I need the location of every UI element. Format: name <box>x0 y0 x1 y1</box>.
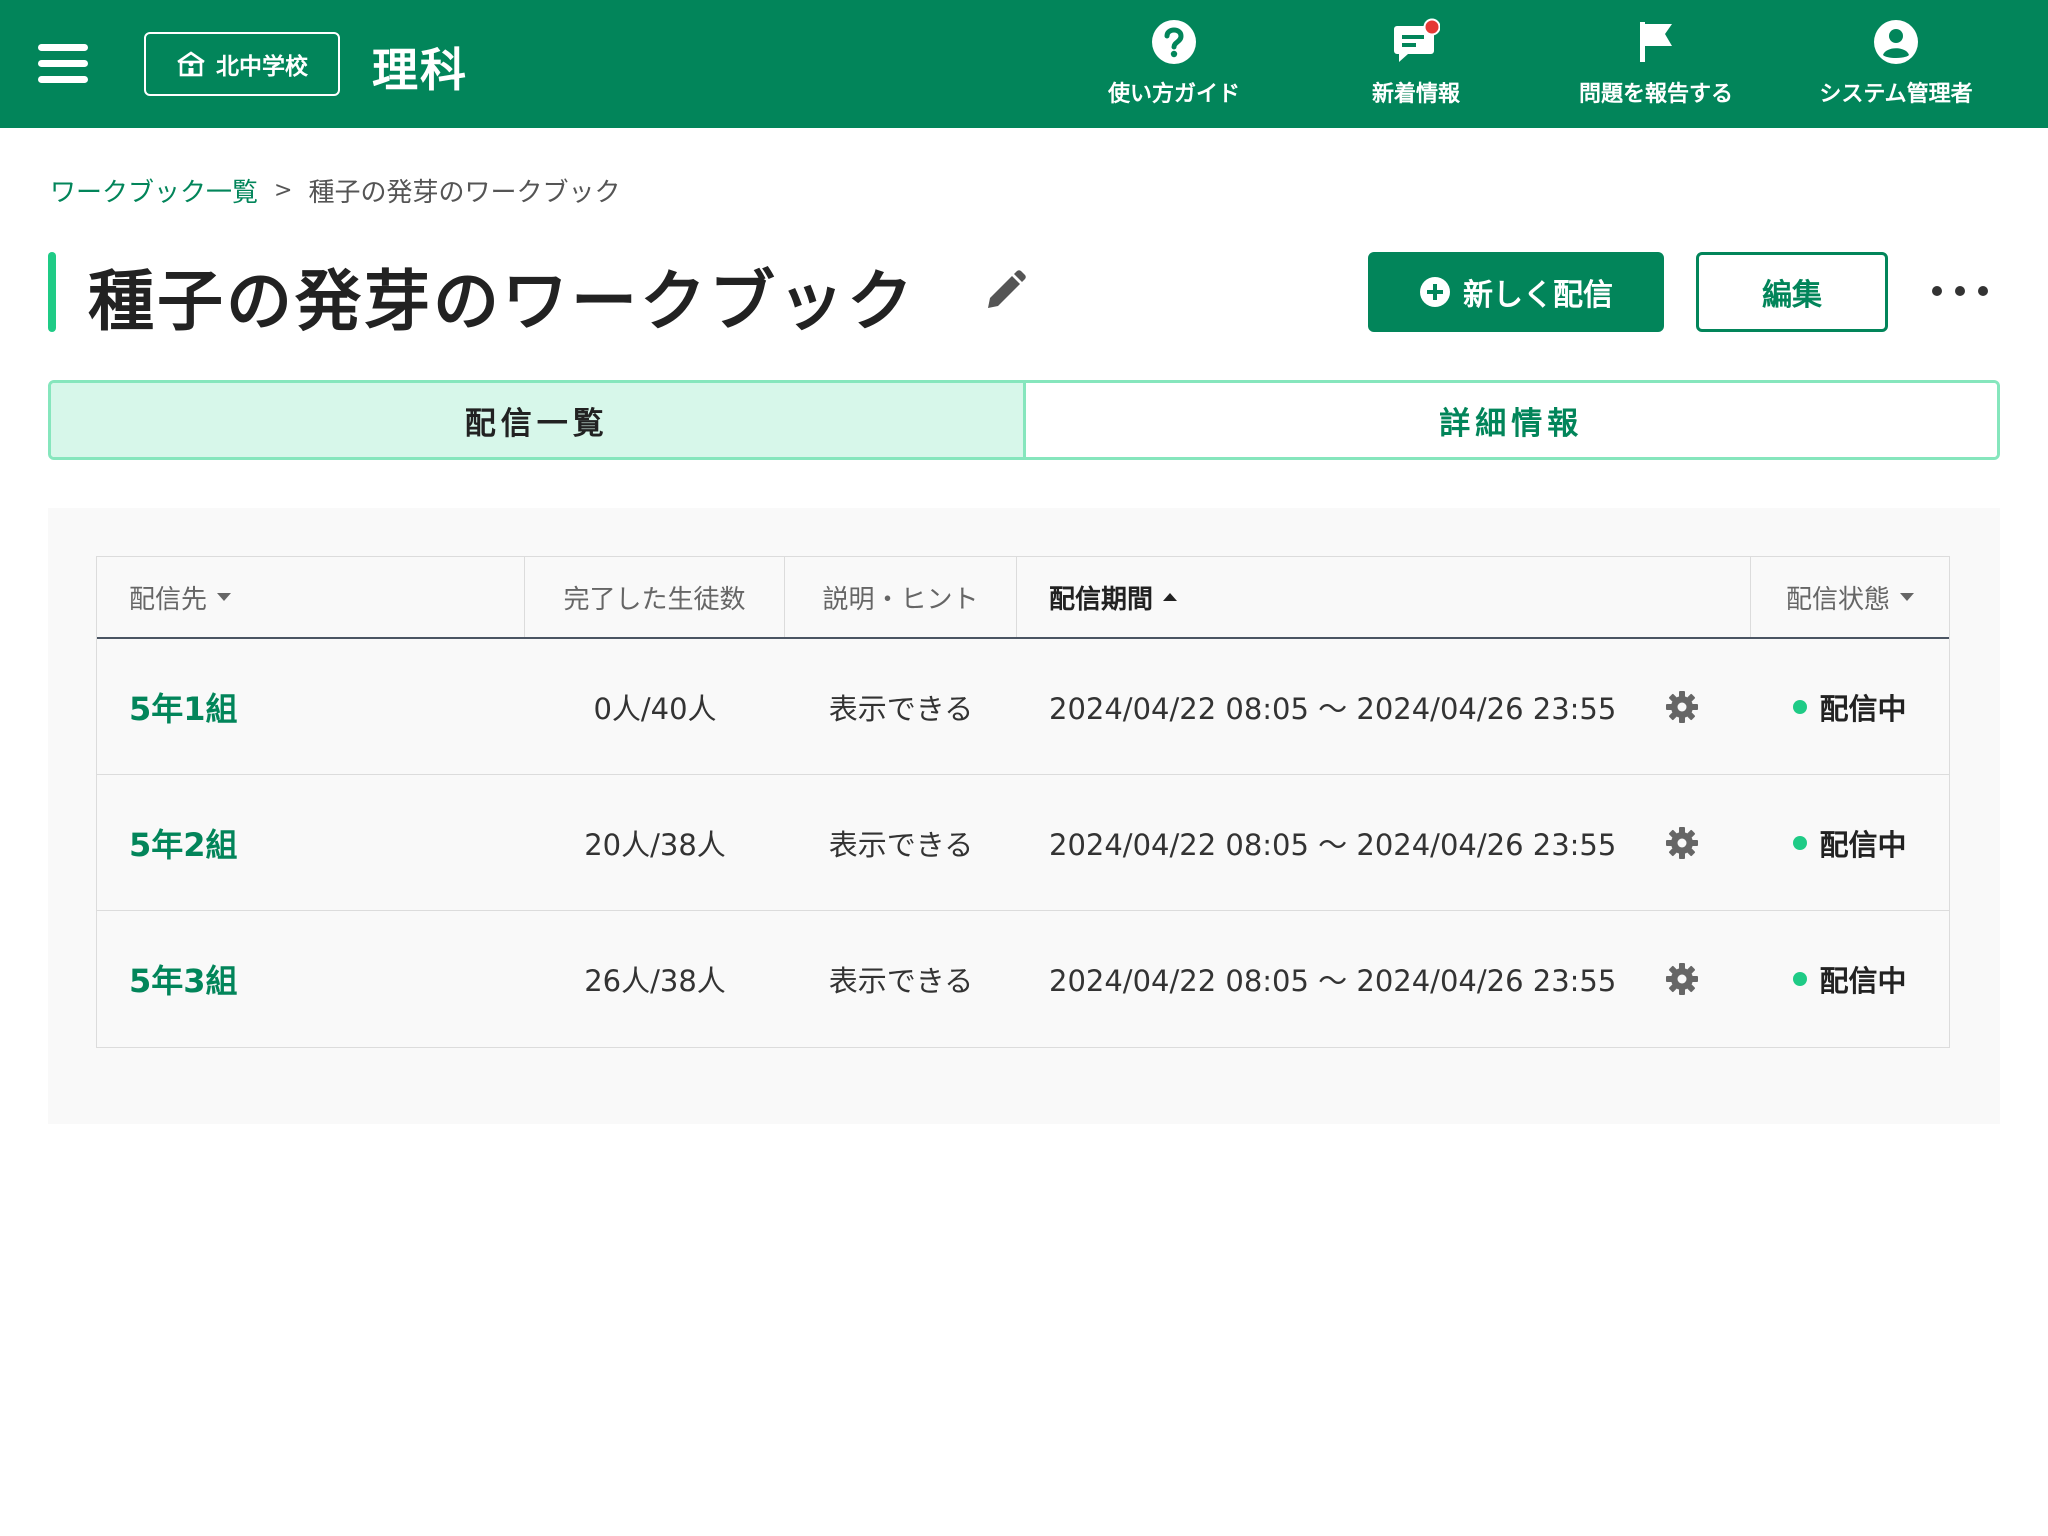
distribution-period: 2024/04/22 08:05 〜 2024/04/26 23:55 <box>1049 827 1617 862</box>
completed-count: 26人/38人 <box>584 964 726 998</box>
account-icon <box>1874 20 1918 64</box>
top-bar: 北中学校 理科 使い方ガイド 新着情報 問題を報告する システム管理者 <box>0 0 2048 128</box>
class-link[interactable]: 5年1組 <box>97 684 525 730</box>
column-header-completed: 完了した生徒数 <box>525 557 785 637</box>
distribution-period: 2024/04/22 08:05 〜 2024/04/26 23:55 <box>1049 691 1617 726</box>
nav-system-admin[interactable]: システム管理者 <box>1796 18 1996 114</box>
gear-icon[interactable] <box>1665 962 1699 996</box>
hint-visibility: 表示できる <box>828 691 974 726</box>
tab-details[interactable]: 詳細情報 <box>1025 383 1997 457</box>
school-label: 北中学校 <box>216 54 308 80</box>
edit-button[interactable]: 編集 <box>1696 252 1888 332</box>
nav-report-problem[interactable]: 問題を報告する <box>1556 18 1756 114</box>
pencil-icon[interactable] <box>982 268 1028 314</box>
plus-circle-icon <box>1420 277 1450 307</box>
nav-label: 使い方ガイド <box>1107 82 1240 107</box>
column-header-period[interactable]: 配信期間 <box>1017 557 1751 637</box>
nav-help-guide[interactable]: 使い方ガイド <box>1074 18 1274 114</box>
tab-bar: 配信一覧 詳細情報 <box>48 380 2000 460</box>
column-label: 配信期間 <box>1049 584 1154 615</box>
hint-visibility: 表示できる <box>828 827 974 862</box>
sort-caret-down-icon <box>1900 593 1914 601</box>
breadcrumb-workbook-list-link[interactable]: ワークブック一覧 <box>50 172 258 209</box>
page-title: 種子の発芽のワークブック <box>88 263 916 340</box>
period-cell: 2024/04/22 08:05 〜 2024/04/26 23:55 <box>1017 822 1751 864</box>
nav-label: 新着情報 <box>1371 82 1460 107</box>
period-cell: 2024/04/22 08:05 〜 2024/04/26 23:55 <box>1017 686 1751 728</box>
more-options-icon[interactable] <box>1932 276 1988 306</box>
breadcrumb-current: 種子の発芽のワークブック <box>308 178 621 208</box>
status-badge: 配信中 <box>1793 686 1907 728</box>
title-accent-bar <box>48 252 56 332</box>
nav-label: 問題を報告する <box>1578 82 1733 107</box>
status-cell: 配信中 <box>1751 958 1949 1000</box>
class-link[interactable]: 5年3組 <box>97 956 525 1002</box>
status-cell: 配信中 <box>1751 686 1949 728</box>
distribution-table: 配信先 完了した生徒数 説明・ヒント 配信期間 配信状態 5年1組 0人/40人… <box>96 556 1950 1048</box>
hamburger-menu-icon[interactable] <box>38 44 90 84</box>
table-row: 5年2組 20人/38人 表示できる 2024/04/22 08:05 〜 20… <box>97 775 1949 911</box>
school-selector-button[interactable]: 北中学校 <box>144 32 340 96</box>
status-dot-icon <box>1793 699 1808 714</box>
status-label: 配信中 <box>1819 964 1907 998</box>
status-badge: 配信中 <box>1793 958 1907 1000</box>
column-header-status[interactable]: 配信状態 <box>1751 557 1949 637</box>
school-icon <box>177 51 205 77</box>
completed-count: 0人/40人 <box>593 691 717 726</box>
status-label: 配信中 <box>1819 827 1907 862</box>
gear-icon[interactable] <box>1665 826 1699 860</box>
column-header-hint: 説明・ヒント <box>785 557 1017 637</box>
column-header-destination[interactable]: 配信先 <box>97 557 525 637</box>
completed-count: 20人/38人 <box>584 827 726 862</box>
status-cell: 配信中 <box>1751 822 1949 864</box>
status-label: 配信中 <box>1819 691 1907 726</box>
status-dot-icon <box>1793 972 1808 986</box>
table-row: 5年3組 26人/38人 表示できる 2024/04/22 08:05 〜 20… <box>97 911 1949 1047</box>
news-icon <box>1394 18 1440 62</box>
column-label: 配信先 <box>129 584 208 615</box>
help-icon <box>1152 20 1196 64</box>
sort-caret-down-icon <box>217 593 232 601</box>
distribution-period: 2024/04/22 08:05 〜 2024/04/26 23:55 <box>1049 964 1617 998</box>
column-label: 配信状態 <box>1785 584 1890 615</box>
column-label: 説明・ヒント <box>822 584 979 615</box>
nav-label: システム管理者 <box>1819 82 1973 107</box>
period-cell: 2024/04/22 08:05 〜 2024/04/26 23:55 <box>1017 958 1751 1000</box>
nav-news[interactable]: 新着情報 <box>1316 18 1516 114</box>
sort-caret-up-icon <box>1163 593 1178 601</box>
table-header: 配信先 完了した生徒数 説明・ヒント 配信期間 配信状態 <box>97 557 1949 639</box>
hint-visibility: 表示できる <box>828 964 974 998</box>
status-badge: 配信中 <box>1793 822 1907 864</box>
tab-distribution-list[interactable]: 配信一覧 <box>51 383 1026 457</box>
table-row: 5年1組 0人/40人 表示できる 2024/04/22 08:05 〜 202… <box>97 639 1949 775</box>
column-label: 完了した生徒数 <box>563 584 746 615</box>
gear-icon[interactable] <box>1665 690 1699 724</box>
new-distribution-button[interactable]: 新しく配信 <box>1368 252 1664 332</box>
breadcrumb: ワークブック一覧 > 種子の発芽のワークブック <box>50 172 620 209</box>
new-distribution-label: 新しく配信 <box>1463 278 1613 313</box>
content-panel: 配信先 完了した生徒数 説明・ヒント 配信期間 配信状態 5年1組 0人/40人… <box>48 508 2000 1124</box>
flag-icon <box>1640 22 1672 62</box>
class-link[interactable]: 5年2組 <box>97 820 525 866</box>
status-dot-icon <box>1793 835 1808 850</box>
breadcrumb-separator: > <box>274 178 293 203</box>
subject-title: 理科 <box>372 43 468 97</box>
